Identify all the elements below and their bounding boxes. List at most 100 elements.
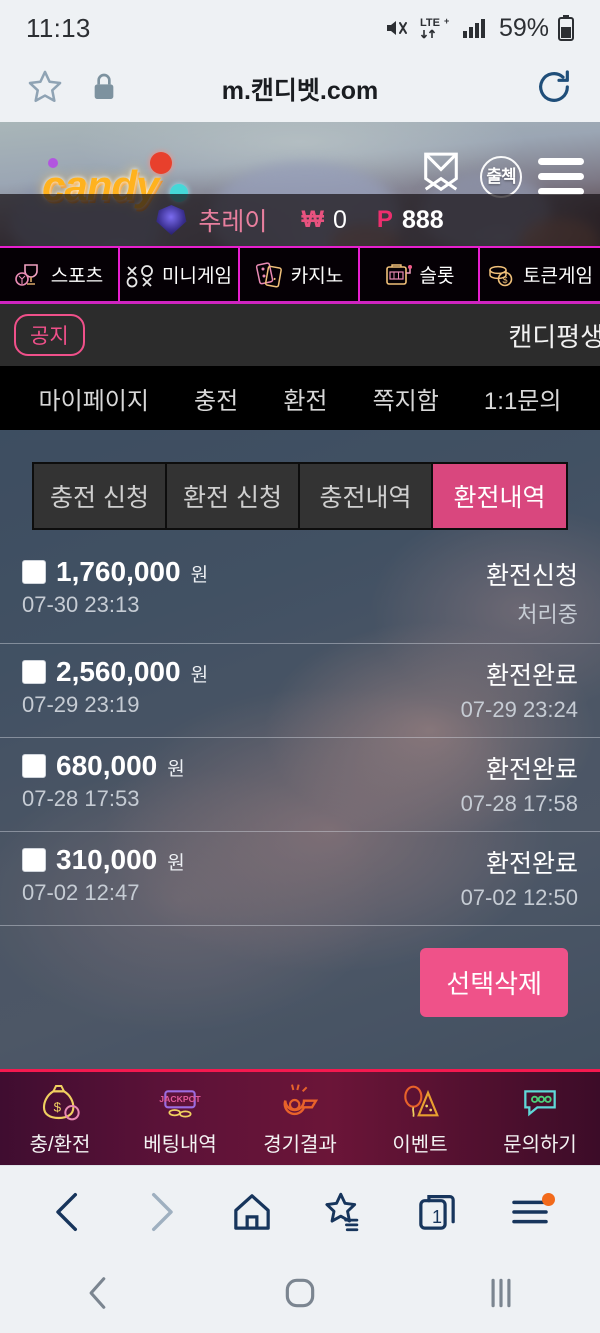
sub-nav-item-messages[interactable]: 쪽지함: [373, 381, 439, 416]
coins-icon: $: [487, 261, 517, 289]
home-nav-icon[interactable]: [281, 1274, 319, 1317]
bookmarks-star-icon[interactable]: [323, 1191, 365, 1233]
bottom-nav-item-event[interactable]: 이벤트: [360, 1081, 480, 1157]
row-requested-at: 07-02 12:47: [22, 880, 140, 905]
bottom-nav-label: 경기결과: [263, 1133, 337, 1156]
point-symbol: P: [376, 206, 393, 233]
category-item-sports[interactable]: 스포츠: [0, 248, 120, 301]
row-status: 환전신청: [485, 562, 578, 590]
mute-icon: [382, 16, 410, 40]
bottom-nav-item-results[interactable]: 경기결과: [240, 1081, 360, 1157]
svg-text:+: +: [444, 16, 449, 26]
browser-bottom-bar: 1: [0, 1165, 600, 1257]
battery-icon: [558, 15, 574, 41]
reload-icon[interactable]: [534, 69, 574, 111]
status-clock: 11:13: [26, 12, 91, 43]
category-item-casino[interactable]: 카지노: [240, 248, 360, 301]
menu-icon[interactable]: [509, 1192, 555, 1228]
category-label: 미니게임: [162, 266, 232, 287]
category-item-token[interactable]: $ 토큰게임: [480, 248, 600, 301]
row-sub-status: 처리중: [517, 602, 578, 627]
tab-withdraw-request[interactable]: 환전 신청: [167, 464, 300, 528]
lock-icon[interactable]: [92, 72, 116, 107]
signal-icon: [462, 16, 488, 40]
tab-deposit-request[interactable]: 충전 신청: [34, 464, 167, 528]
row-amount: 680,000: [56, 750, 158, 781]
trophy-ball-icon: [14, 261, 45, 289]
money-symbol: ₩: [301, 206, 325, 233]
notice-text: 캔디평생: [508, 321, 600, 352]
bottom-nav-label: 충/환전: [29, 1133, 91, 1156]
category-menu: 스포츠 미니게임 카지노 슬롯 $ 토큰게임: [0, 246, 600, 304]
sub-nav-item-withdraw[interactable]: 환전: [283, 381, 327, 416]
svg-text:$: $: [503, 275, 508, 285]
sub-nav-item-support[interactable]: 1:1문의: [484, 381, 562, 416]
notice-bar[interactable]: 공지 캔디평생: [0, 304, 600, 366]
lte-icon: LTE +: [419, 15, 453, 41]
category-item-slot[interactable]: 슬롯: [360, 248, 480, 301]
site-bottom-nav: $ 충/환전 JACKPOT 베팅내역 경기결과 이벤트 문의하기: [0, 1069, 600, 1165]
bottom-nav-item-betting[interactable]: JACKPOT 베팅내역: [120, 1081, 240, 1157]
row-requested-at: 07-30 23:13: [22, 592, 140, 617]
whistle-icon: [278, 1081, 322, 1123]
money-bag-icon: $: [38, 1081, 82, 1123]
row-checkbox[interactable]: [22, 754, 46, 778]
tab-withdraw-history[interactable]: 환전내역: [433, 464, 566, 528]
tab-deposit-history[interactable]: 충전내역: [300, 464, 433, 528]
playing-cards-icon: [255, 261, 285, 289]
table-row[interactable]: 2,560,000 원 07-29 23:19 환전완료 07-29 23:24: [0, 644, 600, 738]
sub-nav-item-deposit[interactable]: 충전: [194, 381, 238, 416]
bottom-nav-label: 베팅내역: [143, 1133, 217, 1156]
android-status-bar: 11:13 LTE + 59%: [0, 0, 600, 56]
point-value: 888: [401, 205, 444, 234]
bottom-nav-item-contact[interactable]: 문의하기: [480, 1081, 600, 1157]
back-icon[interactable]: [49, 1190, 89, 1234]
row-status: 환전완료: [485, 756, 578, 784]
back-nav-icon[interactable]: [82, 1274, 116, 1317]
row-status: 환전완료: [485, 662, 578, 690]
sub-nav-item-mypage[interactable]: 마이페이지: [39, 381, 149, 416]
table-row[interactable]: 680,000 원 07-28 17:53 환전완료 07-28 17:58: [0, 738, 600, 832]
star-icon[interactable]: [26, 68, 64, 111]
forward-icon[interactable]: [140, 1190, 180, 1234]
row-sub-status: 07-29 23:24: [460, 697, 578, 722]
sub-nav: 마이페이지 충전 환전 쪽지함 1:1문의: [0, 366, 600, 430]
svg-text:LTE: LTE: [420, 17, 440, 29]
table-row[interactable]: 310,000 원 07-02 12:47 환전완료 07-02 12:50: [0, 832, 600, 926]
row-status: 환전완료: [485, 850, 578, 878]
row-checkbox[interactable]: [22, 848, 46, 872]
balloons-party-icon: [398, 1081, 442, 1123]
bottom-nav-item-money[interactable]: $ 충/환전: [0, 1081, 120, 1157]
row-amount: 1,760,000: [56, 556, 181, 587]
notice-badge: 공지: [14, 314, 85, 356]
delete-selected-button[interactable]: 선택삭제: [420, 948, 568, 1017]
user-info-bar: 추레이 ₩ 0 P 888: [0, 194, 600, 246]
row-unit: 원: [190, 665, 209, 686]
row-unit: 원: [167, 759, 185, 780]
attendance-check-icon[interactable]: 출첵: [480, 155, 522, 198]
android-nav-bar: [0, 1257, 600, 1333]
row-amount: 2,560,000: [56, 656, 181, 687]
row-unit: 원: [167, 853, 185, 874]
row-checkbox[interactable]: [22, 660, 46, 684]
recents-nav-icon[interactable]: [484, 1274, 518, 1317]
bottom-nav-label: 문의하기: [503, 1133, 577, 1156]
row-checkbox[interactable]: [22, 560, 46, 584]
category-label: 스포츠: [50, 266, 104, 287]
hamburger-menu-icon[interactable]: [538, 158, 584, 195]
bottom-nav-label: 이벤트: [392, 1133, 448, 1156]
table-row[interactable]: 1,760,000 원 07-30 23:13 환전신청 처리중: [0, 544, 600, 644]
money-value: 0: [333, 205, 347, 234]
category-item-minigame[interactable]: 미니게임: [120, 248, 240, 301]
logo-candy-red-icon: [150, 152, 172, 174]
category-label: 토큰게임: [523, 266, 593, 287]
home-icon[interactable]: [231, 1191, 273, 1233]
tab-count: 1: [431, 1206, 442, 1227]
jackpot-icon: JACKPOT: [158, 1081, 202, 1123]
browser-url-bar[interactable]: m.캔디벳.com: [0, 56, 600, 122]
username[interactable]: 추레이: [198, 202, 267, 238]
category-label: 카지노: [290, 266, 344, 287]
tabs-icon[interactable]: 1: [416, 1191, 458, 1233]
logo-candy-purple-icon: [48, 158, 58, 168]
category-label: 슬롯: [419, 266, 455, 287]
